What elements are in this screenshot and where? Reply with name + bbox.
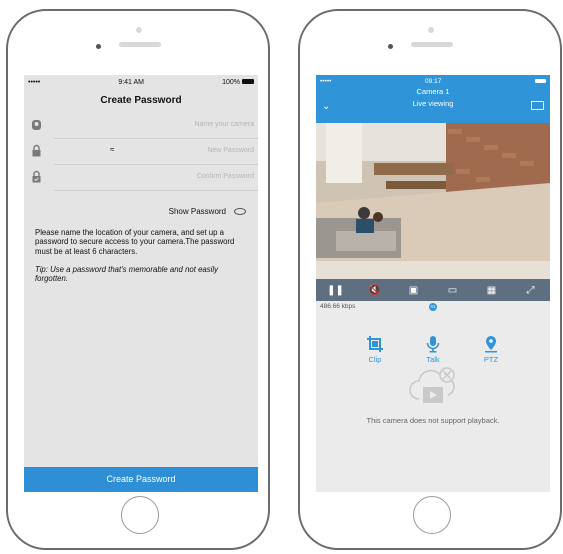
live-video-feed[interactable] bbox=[316, 123, 550, 279]
quality-icon[interactable]: ▦ bbox=[481, 285, 503, 296]
phone-left: ••••• 9:41 AM 100% Create Password Name … bbox=[6, 9, 270, 550]
talk-label: Talk bbox=[426, 355, 440, 364]
snapshot-icon[interactable]: ▣ bbox=[403, 285, 425, 296]
ptz-button[interactable]: PTZ bbox=[476, 335, 506, 364]
instructions-text: Please name the location of your camera,… bbox=[35, 228, 235, 256]
carrier-signal: ••••• bbox=[320, 77, 332, 85]
battery-icon bbox=[241, 79, 254, 85]
view-mode: Live viewing bbox=[412, 99, 454, 108]
speaker-grille bbox=[411, 42, 453, 47]
live-view-screen: ••••• 09:17 Camera 1 Live viewing ⌄ ❚❚ 🔇… bbox=[316, 75, 550, 492]
camera-icon bbox=[32, 120, 41, 130]
record-icon[interactable]: ▭ bbox=[442, 285, 464, 296]
clip-label: Clip bbox=[368, 355, 382, 364]
room-scene bbox=[316, 123, 550, 279]
show-password-toggle[interactable]: Show Password bbox=[24, 207, 258, 216]
front-camera bbox=[136, 27, 142, 33]
phone-right: ••••• 09:17 Camera 1 Live viewing ⌄ ❚❚ 🔇… bbox=[298, 9, 562, 550]
camera-name-field[interactable]: Name your camera bbox=[32, 113, 258, 139]
home-button[interactable] bbox=[121, 496, 159, 534]
microphone-icon bbox=[426, 336, 440, 353]
new-password-field[interactable]: ≈ New Password bbox=[32, 139, 258, 165]
confirm-password-placeholder: Confirm Password bbox=[196, 173, 254, 180]
eye-icon[interactable] bbox=[234, 208, 246, 216]
action-bar: Clip Talk PTZ bbox=[316, 335, 550, 364]
video-toolbar: ❚❚ 🔇 ▣ ▭ ▦ ⤢ bbox=[316, 279, 550, 301]
confirm-password-field[interactable]: Confirm Password bbox=[32, 165, 258, 191]
talk-button[interactable]: Talk bbox=[418, 335, 448, 364]
no-playback-section: This camera does not support playback. bbox=[316, 365, 550, 425]
sensor-dot bbox=[388, 44, 393, 49]
live-view-header: ••••• 09:17 Camera 1 Live viewing ⌄ bbox=[316, 75, 550, 123]
status-bar: ••••• 9:41 AM 100% bbox=[24, 75, 258, 89]
wifi-icon: ≈ bbox=[110, 145, 115, 154]
bitrate-row: 486.66 kbps 01 bbox=[316, 301, 550, 317]
chevron-down-icon[interactable]: ⌄ bbox=[322, 101, 330, 112]
location-pin-icon bbox=[485, 336, 497, 353]
tip-text: Tip: Use a password that's memorable and… bbox=[35, 264, 219, 284]
page-indicator[interactable]: 01 bbox=[429, 303, 437, 311]
new-password-placeholder: New Password bbox=[207, 147, 254, 154]
lock-check-icon bbox=[32, 170, 41, 183]
create-password-button[interactable]: Create Password bbox=[24, 467, 258, 492]
sensor-dot bbox=[96, 44, 101, 49]
crop-icon bbox=[367, 336, 383, 352]
fullscreen-icon[interactable]: ⤢ bbox=[520, 285, 542, 296]
status-bar: ••••• 09:17 bbox=[316, 75, 550, 87]
page-title: Create Password bbox=[100, 95, 182, 106]
lock-icon bbox=[32, 144, 41, 157]
ptz-label: PTZ bbox=[483, 355, 499, 364]
bitrate: 486.66 kbps bbox=[320, 303, 356, 310]
home-button[interactable] bbox=[413, 496, 451, 534]
status-time: 9:41 AM bbox=[118, 78, 145, 86]
video-record-icon[interactable] bbox=[531, 101, 544, 110]
create-password-screen: ••••• 9:41 AM 100% Create Password Name … bbox=[24, 75, 258, 492]
carrier-signal: ••••• bbox=[28, 78, 41, 86]
camera-name: Camera 1 bbox=[416, 87, 450, 96]
battery-icon bbox=[534, 79, 546, 83]
mute-icon[interactable]: 🔇 bbox=[364, 285, 386, 296]
show-password-label: Show Password bbox=[168, 207, 226, 216]
no-playback-message: This camera does not support playback. bbox=[366, 416, 500, 425]
camera-name-placeholder: Name your camera bbox=[194, 121, 254, 128]
front-camera bbox=[428, 27, 434, 33]
speaker-grille bbox=[119, 42, 161, 47]
status-time: 09:17 bbox=[425, 77, 442, 85]
pause-icon[interactable]: ❚❚ bbox=[325, 285, 347, 296]
battery-status: 100% bbox=[222, 79, 254, 86]
cloud-video-blocked-icon bbox=[409, 367, 455, 403]
clip-button[interactable]: Clip bbox=[360, 335, 390, 364]
